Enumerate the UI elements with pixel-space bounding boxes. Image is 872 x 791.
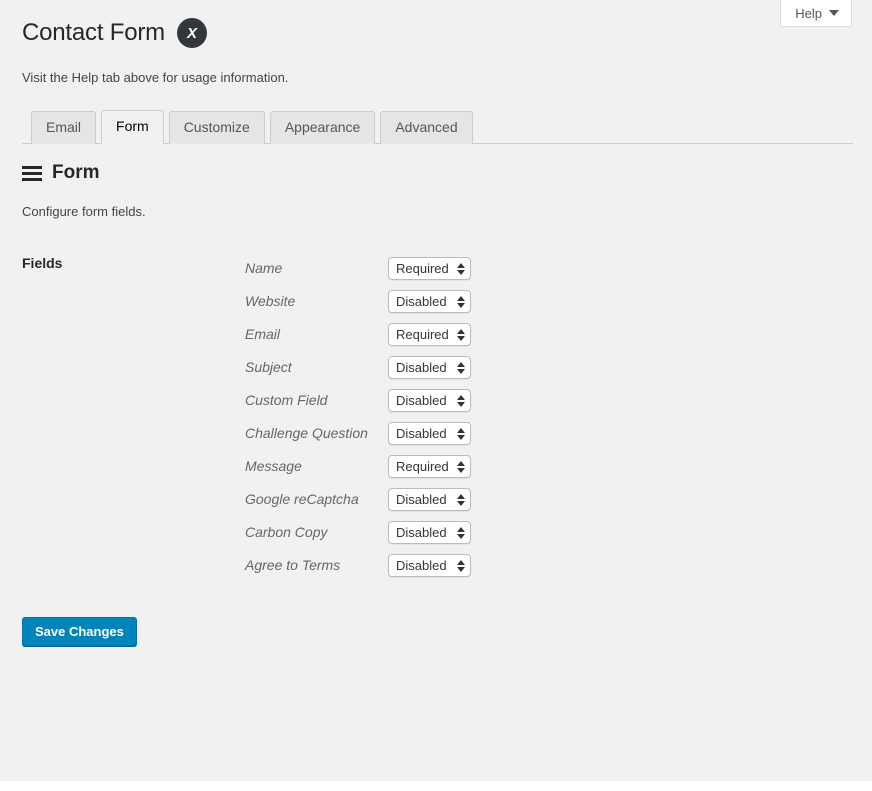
page-title-row: Contact Form X bbox=[22, 18, 207, 48]
field-status-select[interactable]: Disabled bbox=[388, 356, 471, 379]
field-status-select[interactable]: Required bbox=[388, 323, 471, 346]
select-updown-arrows-icon bbox=[457, 395, 465, 407]
field-status-select[interactable]: Disabled bbox=[388, 521, 471, 544]
field-label: Custom Field bbox=[245, 392, 388, 409]
field-status-select[interactable]: Required bbox=[388, 455, 471, 478]
field-row: Agree to Terms Disabled bbox=[245, 549, 471, 582]
section-title: Form bbox=[52, 162, 100, 185]
field-row: Message Required bbox=[245, 450, 471, 483]
field-status-value: Disabled bbox=[396, 526, 447, 539]
select-updown-arrows-icon bbox=[457, 428, 465, 440]
tab-appearance[interactable]: Appearance bbox=[270, 111, 376, 144]
tab-email[interactable]: Email bbox=[31, 111, 96, 144]
section-description: Configure form fields. bbox=[22, 204, 146, 219]
select-updown-arrows-icon bbox=[457, 362, 465, 374]
help-button-label: Help bbox=[795, 6, 822, 21]
field-status-value: Required bbox=[396, 262, 449, 275]
field-label: Message bbox=[245, 458, 388, 475]
page-subtitle: Visit the Help tab above for usage infor… bbox=[22, 69, 288, 87]
select-updown-arrows-icon bbox=[457, 461, 465, 473]
field-label: Website bbox=[245, 293, 388, 310]
field-row: Subject Disabled bbox=[245, 351, 471, 384]
field-row: Custom Field Disabled bbox=[245, 384, 471, 417]
select-updown-arrows-icon bbox=[457, 494, 465, 506]
field-row: Email Required bbox=[245, 318, 471, 351]
save-changes-button[interactable]: Save Changes bbox=[22, 617, 137, 646]
field-label: Email bbox=[245, 326, 388, 343]
field-status-value: Disabled bbox=[396, 559, 447, 572]
hamburger-icon bbox=[22, 166, 42, 181]
field-status-value: Disabled bbox=[396, 493, 447, 506]
field-label: Carbon Copy bbox=[245, 524, 388, 541]
field-row: Website Disabled bbox=[245, 285, 471, 318]
field-status-value: Required bbox=[396, 460, 449, 473]
field-status-select[interactable]: Disabled bbox=[388, 554, 471, 577]
help-button[interactable]: Help bbox=[780, 0, 852, 27]
select-updown-arrows-icon bbox=[457, 560, 465, 572]
field-status-value: Disabled bbox=[396, 361, 447, 374]
field-status-select[interactable]: Disabled bbox=[388, 389, 471, 412]
page-title: Contact Form bbox=[22, 19, 165, 48]
fields-label: Fields bbox=[22, 255, 62, 271]
field-row: Name Required bbox=[245, 252, 471, 285]
field-status-value: Disabled bbox=[396, 427, 447, 440]
field-label: Google reCaptcha bbox=[245, 491, 388, 508]
field-row: Carbon Copy Disabled bbox=[245, 516, 471, 549]
field-row: Challenge Question Disabled bbox=[245, 417, 471, 450]
field-label: Subject bbox=[245, 359, 388, 376]
select-updown-arrows-icon bbox=[457, 527, 465, 539]
field-status-select[interactable]: Disabled bbox=[388, 488, 471, 511]
fields-list: Name Required Website Disabled Email Required… bbox=[245, 252, 471, 582]
field-label: Agree to Terms bbox=[245, 557, 388, 574]
settings-tabs: Email Form Customize Appearance Advanced bbox=[22, 109, 853, 144]
chevron-down-icon bbox=[829, 10, 839, 16]
field-status-value: Disabled bbox=[396, 394, 447, 407]
select-updown-arrows-icon bbox=[457, 329, 465, 341]
field-label: Challenge Question bbox=[245, 425, 388, 442]
field-label: Name bbox=[245, 260, 388, 277]
field-status-select[interactable]: Disabled bbox=[388, 290, 471, 313]
plugin-logo-badge-icon: X bbox=[177, 18, 207, 48]
select-updown-arrows-icon bbox=[457, 296, 465, 308]
tab-form[interactable]: Form bbox=[101, 110, 164, 144]
field-status-value: Disabled bbox=[396, 295, 447, 308]
field-status-select[interactable]: Disabled bbox=[388, 422, 471, 445]
select-updown-arrows-icon bbox=[457, 263, 465, 275]
page-bottom-strip bbox=[0, 781, 872, 791]
field-status-select[interactable]: Required bbox=[388, 257, 471, 280]
tab-advanced[interactable]: Advanced bbox=[380, 111, 472, 144]
field-status-value: Required bbox=[396, 328, 449, 341]
admin-page: Help Contact Form X Visit the Help tab a… bbox=[0, 0, 872, 781]
section-header: Form bbox=[22, 162, 100, 185]
tab-customize[interactable]: Customize bbox=[169, 111, 265, 144]
field-row: Google reCaptcha Disabled bbox=[245, 483, 471, 516]
